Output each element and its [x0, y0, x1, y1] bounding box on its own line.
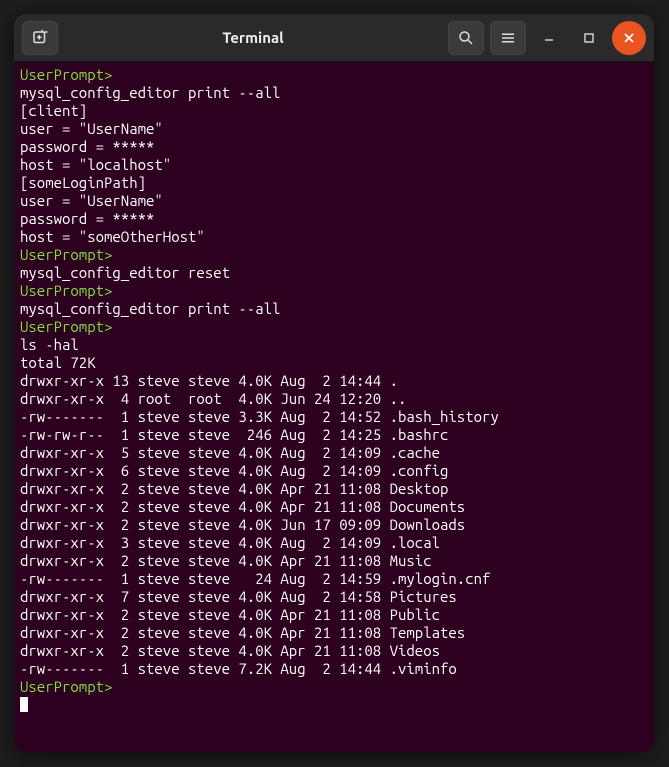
titlebar: Terminal: [14, 14, 654, 62]
prompt: UserPrompt>: [20, 318, 112, 335]
prompt: UserPrompt>: [20, 66, 112, 83]
close-button[interactable]: [612, 21, 646, 55]
minimize-button[interactable]: [532, 21, 566, 55]
new-tab-button[interactable]: [22, 21, 58, 55]
maximize-button[interactable]: [572, 21, 606, 55]
command-line: ls -hal: [20, 336, 79, 353]
command-line: mysql_config_editor reset: [20, 264, 230, 281]
prompt: UserPrompt>: [20, 678, 112, 695]
command-line: mysql_config_editor print --all: [20, 300, 280, 317]
terminal-output-area[interactable]: UserPrompt> mysql_config_editor print --…: [14, 62, 654, 752]
search-button[interactable]: [448, 21, 484, 55]
command-line: mysql_config_editor print --all: [20, 84, 280, 101]
window-title: Terminal: [58, 29, 448, 46]
hamburger-menu-button[interactable]: [490, 21, 526, 55]
cursor: [20, 697, 28, 712]
command-output: [client] user = "UserName" password = **…: [20, 102, 205, 245]
terminal-window: Terminal: [14, 14, 654, 752]
prompt: UserPrompt>: [20, 282, 112, 299]
command-output: total 72K drwxr-xr-x 13 steve steve 4.0K…: [20, 354, 499, 677]
prompt: UserPrompt>: [20, 246, 112, 263]
